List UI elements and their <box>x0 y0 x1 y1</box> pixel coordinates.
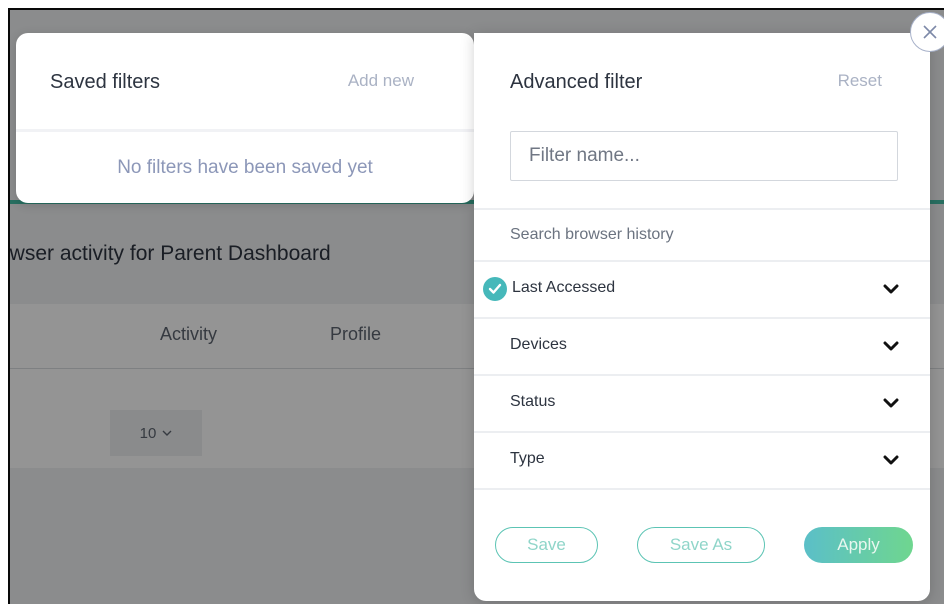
save-button[interactable]: Save <box>495 527 598 563</box>
filter-row-label: Devices <box>510 336 567 353</box>
chevron-down-icon <box>883 284 899 294</box>
filter-row-label: Type <box>510 450 545 467</box>
check-circle-icon <box>483 277 507 301</box>
filter-row-label: Last Accessed <box>512 279 616 296</box>
filter-row-label: Status <box>510 393 556 410</box>
empty-state-message: No filters have been saved yet <box>117 157 373 178</box>
divider <box>474 488 930 490</box>
advanced-filter-title: Advanced filter <box>510 71 643 93</box>
chevron-down-icon <box>883 455 899 465</box>
close-icon <box>923 25 937 39</box>
reset-link[interactable]: Reset <box>838 71 882 91</box>
filter-row-type[interactable]: Type <box>474 432 930 488</box>
chevron-down-icon <box>883 398 899 408</box>
divider <box>474 208 930 210</box>
chevron-down-icon <box>883 341 899 351</box>
section-label: Search browser history <box>510 226 674 243</box>
filter-row-last-accessed[interactable]: Last Accessed <box>474 261 930 317</box>
filter-name-input[interactable] <box>510 131 898 181</box>
save-as-button[interactable]: Save As <box>637 527 765 563</box>
saved-filters-title: Saved filters <box>50 71 161 93</box>
add-new-filter-link[interactable]: Add new <box>348 71 414 91</box>
close-button[interactable] <box>910 12 944 52</box>
filter-row-status[interactable]: Status <box>474 375 930 431</box>
filter-row-devices[interactable]: Devices <box>474 318 930 374</box>
advanced-filter-panel: Advanced filter Reset Search browser his… <box>474 33 930 601</box>
saved-filters-panel: Saved filters Add new No filters have be… <box>16 33 474 203</box>
apply-button[interactable]: Apply <box>804 527 913 563</box>
divider <box>16 129 474 132</box>
